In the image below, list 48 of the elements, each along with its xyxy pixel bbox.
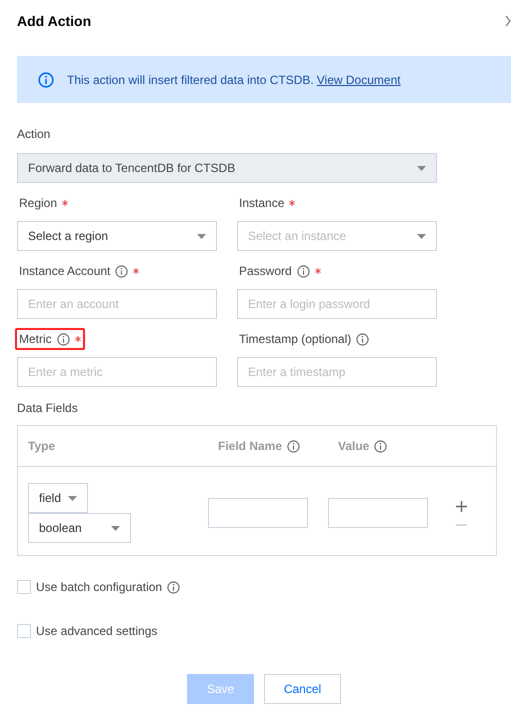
caret-icon <box>68 496 77 500</box>
field-label: Metric <box>19 332 52 346</box>
info-icon[interactable] <box>356 332 370 346</box>
field-label: Instance <box>239 196 284 210</box>
view-document-link[interactable]: View Document <box>316 72 401 86</box>
field-name-input[interactable] <box>208 498 308 528</box>
caret-icon <box>111 526 120 530</box>
subtype-dropdown[interactable]: boolean <box>28 513 131 543</box>
dialog-title: Add Action <box>17 13 92 29</box>
cancel-button[interactable]: Cancel <box>264 674 341 704</box>
input-field[interactable]: Enter a metric <box>17 357 217 387</box>
input-field[interactable]: Enter an account <box>17 289 217 319</box>
field-label: Action <box>17 127 52 141</box>
checkbox-label: Use advanced settings <box>36 624 158 638</box>
info-icon[interactable] <box>115 264 128 278</box>
input-field[interactable]: Enter a timestamp <box>237 357 437 387</box>
caret-icon <box>197 234 206 238</box>
info-icon <box>38 72 54 88</box>
checkbox[interactable] <box>17 624 31 638</box>
dropdown[interactable]: Select a region <box>17 221 217 251</box>
field-label: Instance Account <box>19 264 110 278</box>
column-header: Value <box>338 439 370 453</box>
field-label: Region <box>19 196 58 210</box>
info-icon[interactable] <box>374 440 388 452</box>
type-dropdown[interactable]: field <box>28 483 88 513</box>
caret-icon <box>417 166 426 170</box>
required-icon <box>133 268 140 274</box>
info-icon[interactable] <box>56 332 70 346</box>
field-label: Timestamp (optional) <box>239 332 352 346</box>
input-field[interactable]: Enter a login password <box>237 289 437 319</box>
checkbox[interactable] <box>17 580 31 594</box>
field-label: Data Fields <box>17 401 79 415</box>
field-label: Password <box>239 264 292 278</box>
checkbox-label: Use batch configuration <box>36 580 162 594</box>
value-input[interactable] <box>328 498 428 528</box>
close-icon[interactable] <box>505 15 511 27</box>
info-icon[interactable] <box>167 580 180 594</box>
add-icon[interactable] <box>456 500 467 512</box>
info-icon[interactable] <box>287 440 300 452</box>
notice-text: This action will insert filtered data into CTSDB. <box>67 72 314 86</box>
column-header: Type <box>28 439 56 453</box>
required-icon <box>62 200 68 206</box>
required-icon <box>74 336 81 342</box>
caret-icon <box>417 234 426 238</box>
required-icon <box>314 268 321 274</box>
column-header: Field Name <box>218 439 282 453</box>
required-icon <box>289 200 296 206</box>
info-icon[interactable] <box>296 264 310 278</box>
